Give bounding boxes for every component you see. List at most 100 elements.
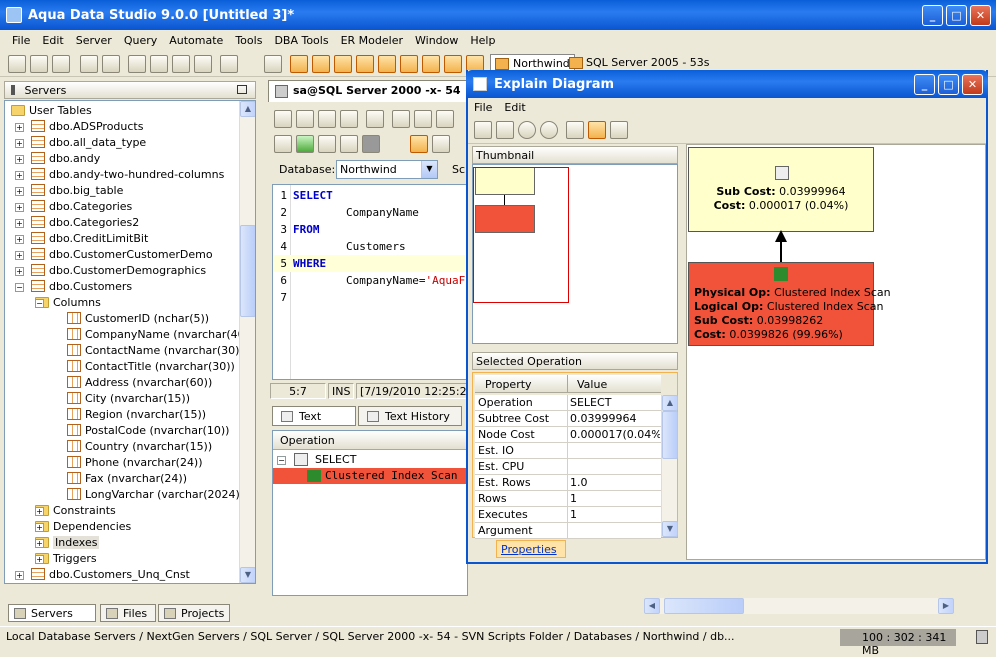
- expand-toggle-icon[interactable]: +: [35, 555, 44, 564]
- menu-automate[interactable]: Automate: [163, 34, 229, 47]
- tree-item[interactable]: + dbo.all_data_type: [15, 135, 146, 151]
- expand-toggle-icon[interactable]: +: [15, 155, 24, 164]
- tree-item[interactable]: CustomerID (nchar(5)): [67, 311, 209, 327]
- save-icon[interactable]: [318, 110, 336, 128]
- tree-item[interactable]: − Columns: [35, 295, 101, 311]
- save-as-icon[interactable]: [340, 110, 358, 128]
- tree-item[interactable]: + dbo.CustomerCustomerDemo: [15, 247, 213, 263]
- tree-item[interactable]: Address (nvarchar(60)): [67, 375, 212, 391]
- disconnect-icon[interactable]: [102, 55, 120, 73]
- save-icon[interactable]: [474, 121, 492, 139]
- zoom-in-icon[interactable]: [518, 121, 536, 139]
- tree-item[interactable]: − dbo.Customers: [15, 279, 132, 295]
- menu-query[interactable]: Query: [118, 34, 163, 47]
- expand-toggle-icon[interactable]: −: [15, 283, 24, 292]
- node-select[interactable]: Sub Cost: 0.03999964 Cost: 0.000017 (0.0…: [688, 147, 874, 232]
- menu-edit[interactable]: Edit: [36, 34, 69, 47]
- property-row[interactable]: Node Cost 0.000017(0.04%): [475, 427, 661, 443]
- tab-projects[interactable]: Projects: [158, 604, 230, 622]
- print-icon[interactable]: [366, 110, 384, 128]
- tree-item[interactable]: + dbo.CreditLimitBit: [15, 231, 148, 247]
- tree-item[interactable]: Country (nvarchar(15)): [67, 439, 212, 455]
- rollback-icon[interactable]: [432, 135, 450, 153]
- scroll-right-icon[interactable]: ▶: [938, 598, 954, 614]
- scroll-down-icon[interactable]: ▼: [240, 567, 255, 583]
- tree-item[interactable]: + Dependencies: [35, 519, 131, 535]
- tree-item[interactable]: City (nvarchar(15)): [67, 391, 190, 407]
- workspace-hscrollbar[interactable]: ◀ ▶: [644, 598, 954, 614]
- collapse-icon[interactable]: −: [277, 456, 286, 465]
- tree-item[interactable]: CompanyName (nvarchar(40)): [67, 327, 253, 343]
- menu-file[interactable]: File: [6, 34, 36, 47]
- connect-icon[interactable]: [80, 55, 98, 73]
- tree-item[interactable]: + dbo.andy-two-hundred-columns: [15, 167, 224, 183]
- open-file-icon[interactable]: [296, 110, 314, 128]
- tree-item[interactable]: + dbo.ADSProducts: [15, 119, 143, 135]
- op-row-select[interactable]: − SELECT: [277, 453, 356, 469]
- tree-item[interactable]: PostalCode (nvarchar(10)): [67, 423, 229, 439]
- tree-item[interactable]: + dbo.Categories: [15, 199, 132, 215]
- expand-toggle-icon[interactable]: +: [15, 123, 24, 132]
- property-row[interactable]: Est. Rows 1.0: [475, 475, 661, 491]
- tree-item[interactable]: Fax (nvarchar(24)): [67, 471, 187, 487]
- expand-toggle-icon[interactable]: +: [15, 267, 24, 276]
- schema-browser-icon[interactable]: [172, 55, 190, 73]
- window-cascade-icon[interactable]: [312, 55, 330, 73]
- expand-toggle-icon[interactable]: −: [35, 299, 44, 308]
- expand-toggle-icon[interactable]: +: [15, 203, 24, 212]
- menu-window[interactable]: Window: [409, 34, 464, 47]
- auto-commit-icon[interactable]: [410, 135, 428, 153]
- expand-toggle-icon[interactable]: +: [35, 523, 44, 532]
- tree-item[interactable]: LongVarchar (varchar(2024)): [67, 487, 244, 503]
- tree-scrollbar[interactable]: ▲ ▼: [239, 101, 255, 583]
- execute-step-icon[interactable]: [318, 135, 336, 153]
- new-icon[interactable]: [274, 110, 292, 128]
- tree-item[interactable]: Phone (nvarchar(24)): [67, 455, 203, 471]
- execute-all-icon[interactable]: [274, 135, 292, 153]
- execute-explain-icon[interactable]: [340, 135, 358, 153]
- property-row[interactable]: Est. IO: [475, 443, 661, 459]
- expand-toggle-icon[interactable]: +: [15, 219, 24, 228]
- trash-icon[interactable]: [976, 630, 988, 644]
- node-clustered-index-scan[interactable]: Physical Op: Clustered Index Scan Logica…: [688, 262, 891, 346]
- explain-close-button[interactable]: ✕: [962, 74, 983, 95]
- sql-editor[interactable]: 1 SELECT 2 CompanyName 3 FROM 4 Customers 5 WHE…: [272, 184, 468, 380]
- tree-item[interactable]: + dbo.big_table: [15, 183, 123, 199]
- copy-icon[interactable]: [414, 110, 432, 128]
- minimize-button[interactable]: _: [922, 5, 943, 26]
- tab-text-history[interactable]: Text History: [358, 406, 462, 426]
- zoom-out-icon[interactable]: [540, 121, 558, 139]
- op-row-clustered-scan[interactable]: Clustered Index Scan: [273, 468, 467, 484]
- expand-toggle-icon[interactable]: +: [35, 539, 44, 548]
- window-split-icon[interactable]: [334, 55, 352, 73]
- menu-dba-tools[interactable]: DBA Tools: [268, 34, 334, 47]
- expand-toggle-icon[interactable]: +: [15, 251, 24, 260]
- window-list-icon[interactable]: [422, 55, 440, 73]
- restore-panel-icon[interactable]: [237, 85, 247, 94]
- scroll-thumb[interactable]: [240, 225, 255, 317]
- menu-help[interactable]: Help: [464, 34, 501, 47]
- scroll-down-icon[interactable]: ▼: [662, 521, 678, 537]
- window-grid-icon[interactable]: [356, 55, 374, 73]
- execute-icon[interactable]: [296, 135, 314, 153]
- thumbnail-view[interactable]: [472, 164, 678, 344]
- tab-properties[interactable]: Properties: [496, 540, 566, 558]
- explain-minimize-button[interactable]: _: [914, 74, 935, 95]
- property-row[interactable]: Est. CPU: [475, 459, 661, 475]
- window-vertical-icon[interactable]: [400, 55, 418, 73]
- paste-icon[interactable]: [436, 110, 454, 128]
- explain-maximize-button[interactable]: □: [938, 74, 959, 95]
- tree-item[interactable]: ContactName (nvarchar(30)): [67, 343, 244, 359]
- tree-item[interactable]: Region (nvarchar(15)): [67, 407, 206, 423]
- query-builder-icon[interactable]: [150, 55, 168, 73]
- tree-item[interactable]: −User Tables: [11, 103, 92, 119]
- window-panel-icon[interactable]: [444, 55, 462, 73]
- expand-toggle-icon[interactable]: +: [15, 187, 24, 196]
- tab-text[interactable]: Text: [272, 406, 356, 426]
- tree-item[interactable]: + dbo.Categories2: [15, 215, 139, 231]
- tab-servers[interactable]: Servers: [8, 604, 96, 622]
- stop-icon[interactable]: [362, 135, 380, 153]
- property-row[interactable]: Operation SELECT: [475, 395, 661, 411]
- expand-toggle-icon[interactable]: +: [15, 171, 24, 180]
- menu-tools[interactable]: Tools: [229, 34, 268, 47]
